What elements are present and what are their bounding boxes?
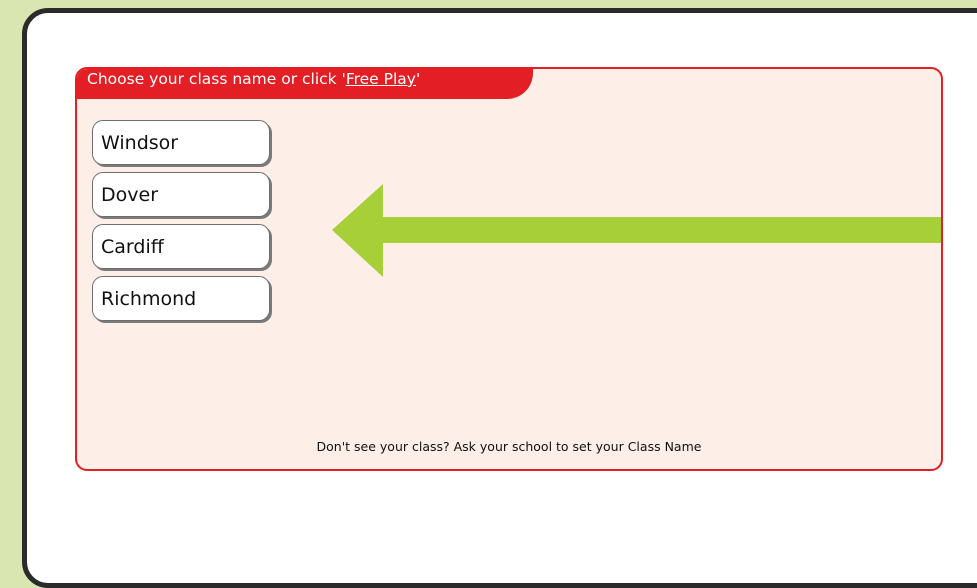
class-button-dover[interactable]: Dover <box>92 172 270 217</box>
class-selection-panel: Choose your class name or click 'Free Pl… <box>75 67 943 471</box>
missing-class-note: Don't see your class? Ask your school to… <box>316 439 702 454</box>
class-list: Windsor Dover Cardiff Richmond <box>92 120 270 328</box>
class-button-richmond[interactable]: Richmond <box>92 276 270 321</box>
arrow-left-icon <box>332 184 941 277</box>
header-prefix: Choose your class name or click ' <box>87 70 346 88</box>
class-button-windsor[interactable]: Windsor <box>92 120 270 165</box>
panel-header: Choose your class name or click 'Free Pl… <box>77 69 533 99</box>
free-play-link[interactable]: Free Play <box>346 70 416 88</box>
header-suffix: ' <box>415 70 421 88</box>
class-button-cardiff[interactable]: Cardiff <box>92 224 270 269</box>
